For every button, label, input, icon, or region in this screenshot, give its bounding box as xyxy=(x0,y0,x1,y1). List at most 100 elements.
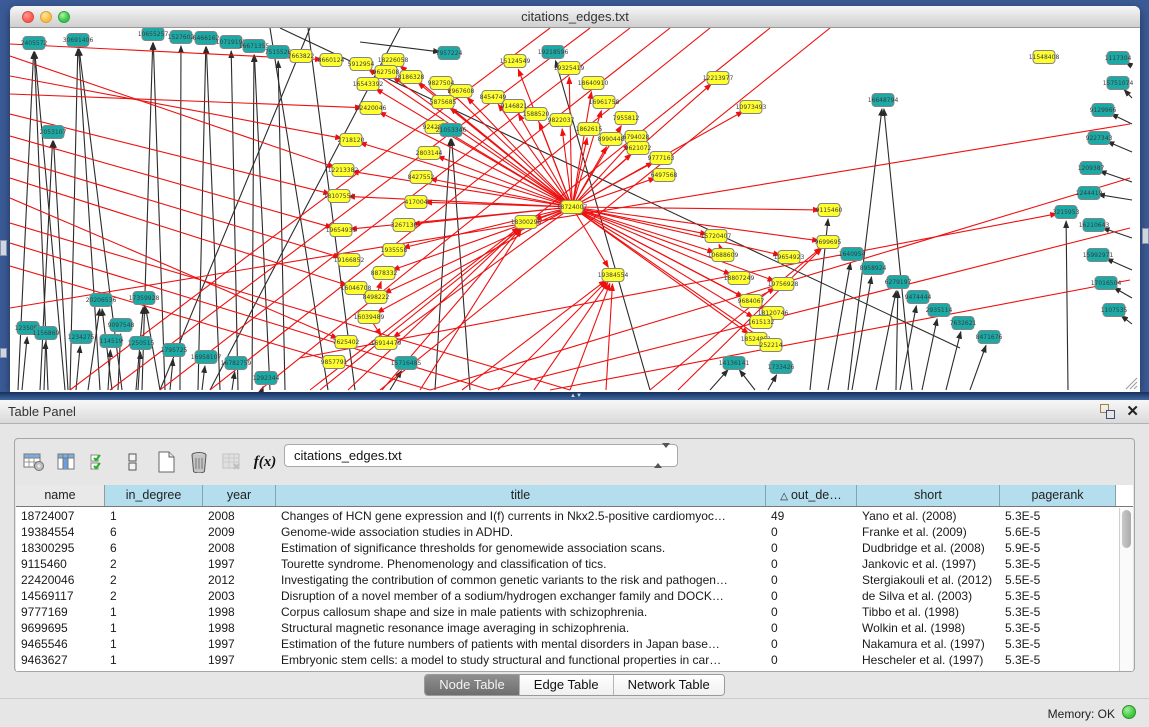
delete-table-icon[interactable] xyxy=(184,448,214,476)
graph-node[interactable]: 7957224 xyxy=(436,47,463,60)
graph-node[interactable]: 7632621 xyxy=(950,317,977,330)
graph-node[interactable]: 15720407 xyxy=(701,230,732,243)
graph-node[interactable]: 1527602 xyxy=(168,31,195,44)
column-header-in_degree[interactable]: in_degree xyxy=(105,485,203,506)
float-panel-icon[interactable] xyxy=(1100,404,1115,419)
graph-node[interactable]: 19166852 xyxy=(334,254,365,267)
splitter-handle-icon[interactable]: ▲▼ xyxy=(570,393,582,399)
graph-node[interactable]: 19756928 xyxy=(768,278,799,291)
graph-node[interactable]: 15751074 xyxy=(1103,77,1134,90)
graph-node[interactable]: 9474444 xyxy=(905,291,932,304)
graph-node[interactable]: 1292344 xyxy=(253,372,280,385)
graph-node[interactable]: 16039489 xyxy=(354,311,385,324)
function-builder-icon[interactable]: f(x) xyxy=(250,448,280,476)
table-row[interactable]: 1872400712008Changes of HCN gene express… xyxy=(16,508,1119,524)
graph-node[interactable]: 9684067 xyxy=(738,295,765,308)
graph-node[interactable]: 252214 xyxy=(760,339,783,352)
rows-icon[interactable] xyxy=(118,448,148,476)
graph-node[interactable]: 16961758 xyxy=(589,96,620,109)
tab-network-table[interactable]: Network Table xyxy=(614,675,724,695)
memory-status-indicator[interactable] xyxy=(1122,705,1136,719)
graph-node[interactable]: 18226058 xyxy=(378,54,409,67)
import-table-icon[interactable] xyxy=(217,448,247,476)
graph-node[interactable]: 114519 xyxy=(100,335,123,348)
graph-node[interactable]: 10688609 xyxy=(708,249,739,262)
graph-node[interactable]: 9857791 xyxy=(321,356,348,369)
graph-node[interactable]: 19384554 xyxy=(598,269,629,282)
left-panel-toggle-notch[interactable] xyxy=(0,240,7,256)
resize-grip-icon[interactable] xyxy=(1124,376,1138,390)
graph-node[interactable]: 21053346 xyxy=(436,124,467,137)
graph-node[interactable]: 8660124 xyxy=(318,54,345,67)
graph-node[interactable]: 8427552 xyxy=(408,171,435,184)
table-row[interactable]: 911546021997Tourette syndrome. Phenomeno… xyxy=(16,556,1119,572)
graph-node[interactable]: 2405572 xyxy=(21,37,48,50)
graph-node[interactable]: 18640910 xyxy=(578,77,609,90)
graph-node[interactable]: 17359928 xyxy=(129,292,160,305)
graph-node[interactable]: 15992971 xyxy=(1083,249,1114,262)
table-row[interactable]: 946362711997Embryonic stem cells: a mode… xyxy=(16,652,1119,668)
table-chooser-dropdown[interactable]: citations_edges.txt xyxy=(284,444,678,467)
graph-node[interactable]: 1935558 xyxy=(381,244,408,257)
vertical-scrollbar[interactable] xyxy=(1119,508,1133,671)
graph-node[interactable]: 1640954 xyxy=(839,248,866,261)
table-columns-icon[interactable] xyxy=(52,448,82,476)
graph-node[interactable]: 2053107 xyxy=(40,126,67,139)
table-row[interactable]: 977716911998Corpus callosum shape and si… xyxy=(16,604,1119,620)
tab-node-table[interactable]: Node Table xyxy=(425,675,520,695)
graph-node[interactable]: 16782759 xyxy=(221,357,252,370)
select-columns-icon[interactable] xyxy=(85,448,115,476)
window-titlebar[interactable]: citations_edges.txt xyxy=(10,6,1140,28)
graph-node[interactable]: 15124549 xyxy=(500,55,531,68)
graph-node[interactable]: 9621072 xyxy=(625,142,652,155)
graph-node[interactable]: 1117304 xyxy=(1105,52,1132,65)
network-graph[interactable]: 1872400724055723069140610655257152760264… xyxy=(10,28,1140,392)
graph-node[interactable]: 3215953 xyxy=(1053,206,1080,219)
graph-node[interactable]: 1107535 xyxy=(1101,304,1128,317)
graph-node[interactable]: 1209387 xyxy=(1078,162,1105,175)
graph-node[interactable]: 19218596 xyxy=(538,46,569,59)
graph-node[interactable]: 6497568 xyxy=(651,169,678,182)
graph-node[interactable]: 5875685 xyxy=(430,96,457,109)
graph-node[interactable]: 1588520 xyxy=(523,108,550,121)
graph-node[interactable]: 19654931 xyxy=(326,224,357,237)
column-header-title[interactable]: title xyxy=(276,485,766,506)
graph-node[interactable]: 18300295 xyxy=(511,216,542,229)
scrollbar-thumb[interactable] xyxy=(1122,510,1131,548)
graph-node[interactable]: 30691406 xyxy=(63,34,94,47)
graph-node[interactable]: 9129966 xyxy=(1090,104,1117,117)
graph-node[interactable]: 1733426 xyxy=(768,361,795,374)
tab-edge-table[interactable]: Edge Table xyxy=(520,675,614,695)
graph-node[interactable]: 12213382 xyxy=(328,164,359,177)
table-row[interactable]: 2242004622012Investigating the contribut… xyxy=(16,572,1119,588)
graph-node[interactable]: 7955812 xyxy=(613,112,640,125)
left-panel-toggle-notch[interactable] xyxy=(0,348,7,358)
graph-node[interactable]: 16648794 xyxy=(868,94,899,107)
graph-node[interactable]: 417004 xyxy=(405,196,428,209)
column-header-pagerank[interactable]: pagerank xyxy=(1000,485,1116,506)
graph-node[interactable]: 8186328 xyxy=(398,71,425,84)
graph-node[interactable]: 1244419 xyxy=(1076,187,1103,200)
graph-node[interactable]: 18107554 xyxy=(324,190,355,203)
graph-node[interactable]: 17016504 xyxy=(1091,277,1122,290)
graph-node[interactable]: 8471676 xyxy=(976,331,1003,344)
graph-node[interactable]: 9227343 xyxy=(1086,132,1113,145)
network-canvas[interactable]: 1872400724055723069140610655257152760264… xyxy=(10,28,1140,392)
graph-node[interactable]: 8498222 xyxy=(363,291,390,304)
graph-node[interactable]: 1250515 xyxy=(128,337,155,350)
table-row[interactable]: 1830029562008Estimation of significance … xyxy=(16,540,1119,556)
close-panel-icon[interactable]: ✕ xyxy=(1126,402,1139,420)
graph-node[interactable]: 10655257 xyxy=(138,28,169,41)
graph-node[interactable]: 11548408 xyxy=(1029,51,1060,64)
graph-node[interactable]: 22420046 xyxy=(356,102,387,115)
graph-node[interactable]: 9699695 xyxy=(815,236,842,249)
graph-node[interactable]: 8454749 xyxy=(480,91,507,104)
graph-node[interactable]: 1862615 xyxy=(576,123,603,136)
graph-node[interactable]: 16210643 xyxy=(1079,219,1110,232)
graph-node[interactable]: 14136141 xyxy=(719,357,750,370)
graph-node[interactable]: 16958107 xyxy=(191,351,222,364)
graph-node[interactable]: 8990448 xyxy=(598,133,625,146)
table-row[interactable]: 1456911722003Disruption of a novel membe… xyxy=(16,588,1119,604)
column-header-year[interactable]: year xyxy=(203,485,276,506)
graph-node[interactable]: 15716485 xyxy=(391,357,422,370)
